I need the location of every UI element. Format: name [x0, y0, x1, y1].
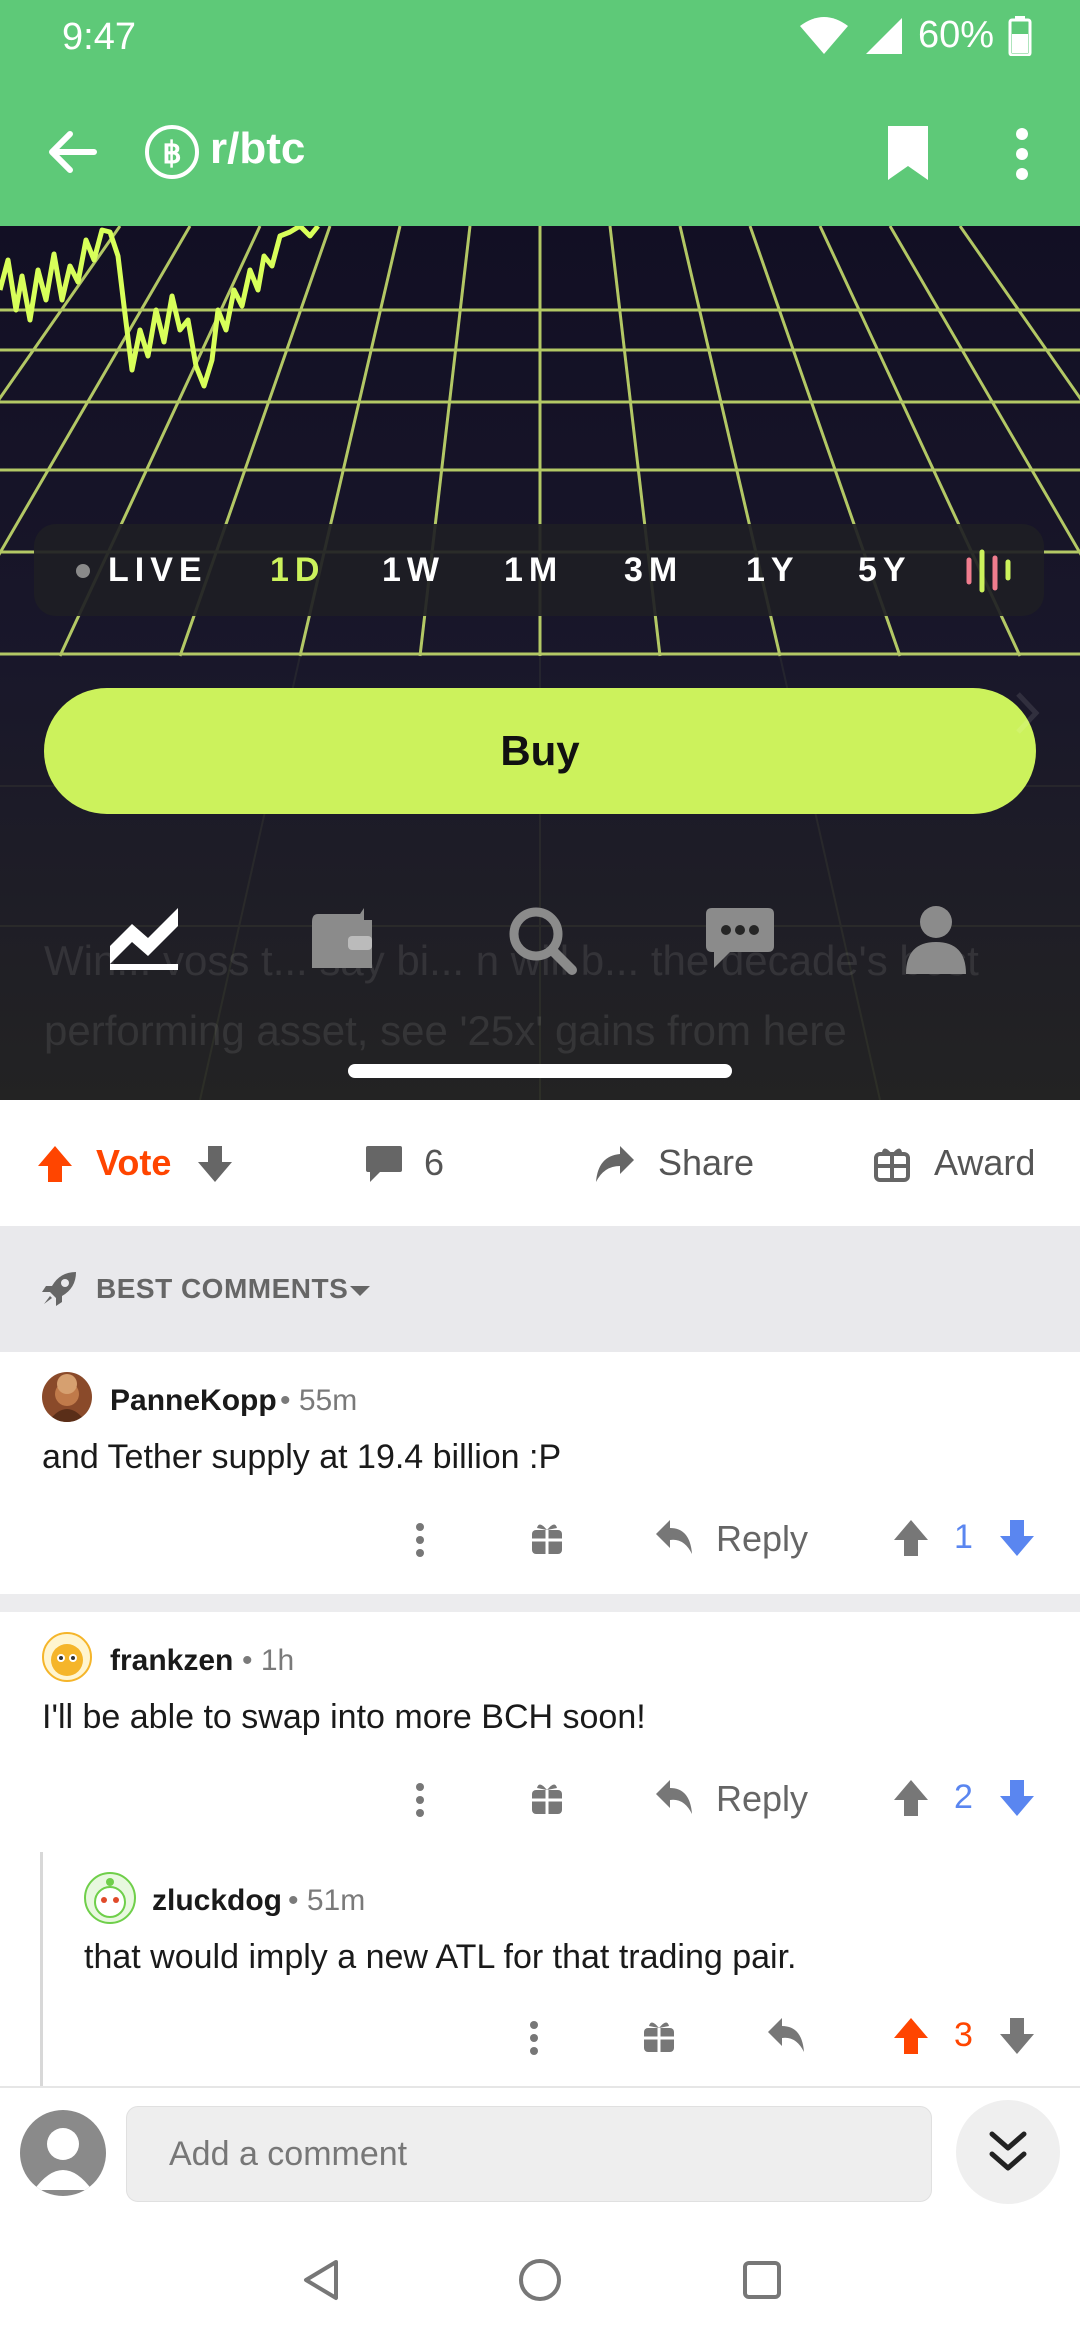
upvote-icon[interactable]	[892, 1518, 930, 1558]
reply-icon[interactable]	[766, 2016, 806, 2054]
chart-icon[interactable]	[108, 906, 180, 972]
award-icon[interactable]	[530, 1520, 564, 1556]
chevron-down-icon[interactable]	[348, 1284, 372, 1298]
range-live[interactable]: LIVE	[108, 524, 208, 616]
award-icon[interactable]	[874, 1144, 910, 1182]
comment-body: I'll be able to swap into more BCH soon!	[42, 1698, 646, 1736]
range-1y[interactable]: 1Y	[746, 524, 800, 616]
battery-icon	[1008, 15, 1032, 56]
downvote-icon[interactable]	[998, 1518, 1036, 1558]
buy-button[interactable]: Buy	[44, 688, 1036, 814]
reply-icon[interactable]	[654, 1518, 694, 1556]
comment-author[interactable]: PanneKopp	[110, 1384, 277, 1418]
comment-body: and Tether supply at 19.4 billion :P	[42, 1438, 562, 1476]
upvote-icon[interactable]	[36, 1144, 74, 1184]
comment-body: that would imply a new ATL for that trad…	[84, 1938, 797, 1976]
status-time: 9:47	[62, 16, 136, 58]
wallet-icon[interactable]	[308, 906, 376, 972]
avatar[interactable]	[84, 1872, 136, 1924]
nav-recents-icon[interactable]	[742, 2260, 782, 2300]
comment-count[interactable]: 6	[424, 1100, 444, 1226]
profile-icon[interactable]	[904, 904, 968, 974]
thread-line[interactable]	[40, 1852, 43, 2086]
share-icon[interactable]	[594, 1144, 636, 1184]
wifi-icon	[799, 16, 848, 54]
comment-time-value: 51m	[306, 1884, 366, 1917]
search-icon[interactable]	[506, 904, 578, 976]
rocket-icon	[42, 1272, 76, 1306]
live-dot	[76, 564, 90, 578]
more-vertical-icon[interactable]	[528, 2020, 540, 2056]
bitcoin-icon: ฿	[145, 125, 199, 179]
upvote-icon[interactable]	[892, 2016, 930, 2056]
svg-text:฿: ฿	[162, 137, 181, 170]
post-media[interactable]: LIVE 1D 1W 1M 3M 1Y 5Y Buy Win... voss t…	[0, 226, 1080, 1100]
avatar[interactable]	[42, 1372, 92, 1422]
battery-percent: 60%	[917, 14, 994, 56]
signal-icon	[865, 17, 902, 54]
award-icon[interactable]	[530, 1780, 564, 1816]
comment-item: PanneKopp • 55m and Tether supply at 19.…	[0, 1352, 1080, 1594]
vote-label[interactable]: Vote	[96, 1100, 171, 1226]
award-label[interactable]: Award	[934, 1100, 1035, 1226]
user-avatar[interactable]	[20, 2110, 106, 2196]
comment-item-nested: zluckdog • 51m that would imply a new AT…	[0, 1852, 1080, 2086]
comment-author[interactable]: frankzen	[110, 1644, 233, 1678]
comment-score: 2	[954, 1778, 973, 1816]
award-icon[interactable]	[642, 2018, 676, 2054]
nav-back-icon[interactable]	[300, 2258, 340, 2302]
comment-score: 3	[954, 2016, 973, 2054]
post-action-bar: Vote 6 Share Award	[0, 1100, 1080, 1226]
bookmark-icon[interactable]	[886, 124, 930, 182]
comment-time-value: 55m	[298, 1384, 358, 1417]
system-nav-bar	[0, 2214, 1080, 2340]
range-1m[interactable]: 1M	[504, 524, 563, 616]
chevron-right-icon	[1016, 692, 1040, 734]
comment-time: • 55m	[280, 1384, 358, 1417]
downvote-icon[interactable]	[998, 1778, 1036, 1818]
comment-separator	[0, 1594, 1080, 1612]
gesture-home-bar	[348, 1064, 732, 1078]
upvote-icon[interactable]	[892, 1778, 930, 1818]
add-comment-input[interactable]: Add a comment	[126, 2106, 932, 2202]
reply-label[interactable]: Reply	[716, 1778, 808, 1820]
reply-icon[interactable]	[654, 1778, 694, 1816]
share-label[interactable]: Share	[658, 1100, 754, 1226]
comment-item: frankzen • 1h I'll be able to swap into …	[0, 1612, 1080, 1852]
back-arrow-icon[interactable]	[44, 124, 100, 180]
comment-icon[interactable]	[364, 1144, 404, 1184]
subreddit-name[interactable]: r/btc	[210, 124, 305, 174]
double-chevron-down-icon	[989, 2131, 1027, 2171]
range-1d[interactable]: 1D	[270, 524, 325, 616]
reply-label[interactable]: Reply	[716, 1518, 808, 1560]
comment-score: 1	[954, 1518, 973, 1556]
avatar[interactable]	[42, 1632, 92, 1682]
comment-sort-bar[interactable]: BEST COMMENTS	[0, 1226, 1080, 1352]
sort-label[interactable]: BEST COMMENTS	[96, 1226, 348, 1352]
comment-time: • 51m	[288, 1884, 366, 1917]
time-range-selector: LIVE 1D 1W 1M 3M 1Y 5Y	[34, 524, 1044, 616]
nav-home-icon[interactable]	[518, 2258, 562, 2302]
downvote-icon[interactable]	[196, 1144, 234, 1184]
candlestick-icon[interactable]	[964, 548, 1014, 594]
comment-time: • 1h	[242, 1644, 295, 1677]
range-1w[interactable]: 1W	[382, 524, 445, 616]
collapse-comments-button[interactable]	[956, 2100, 1060, 2204]
range-3m[interactable]: 3M	[624, 524, 683, 616]
comment-time-value: 1h	[260, 1644, 295, 1677]
more-vertical-icon[interactable]	[1010, 126, 1034, 182]
chat-icon[interactable]	[704, 906, 776, 972]
range-5y[interactable]: 5Y	[858, 524, 912, 616]
downvote-icon[interactable]	[998, 2016, 1036, 2056]
status-icons: 60%	[798, 14, 1032, 57]
comment-author[interactable]: zluckdog	[152, 1884, 282, 1918]
more-vertical-icon[interactable]	[414, 1782, 426, 1818]
more-vertical-icon[interactable]	[414, 1522, 426, 1558]
app-header: 9:47 60% ฿ r/btc	[0, 0, 1080, 226]
comment-compose-bar: Add a comment	[0, 2086, 1080, 2214]
